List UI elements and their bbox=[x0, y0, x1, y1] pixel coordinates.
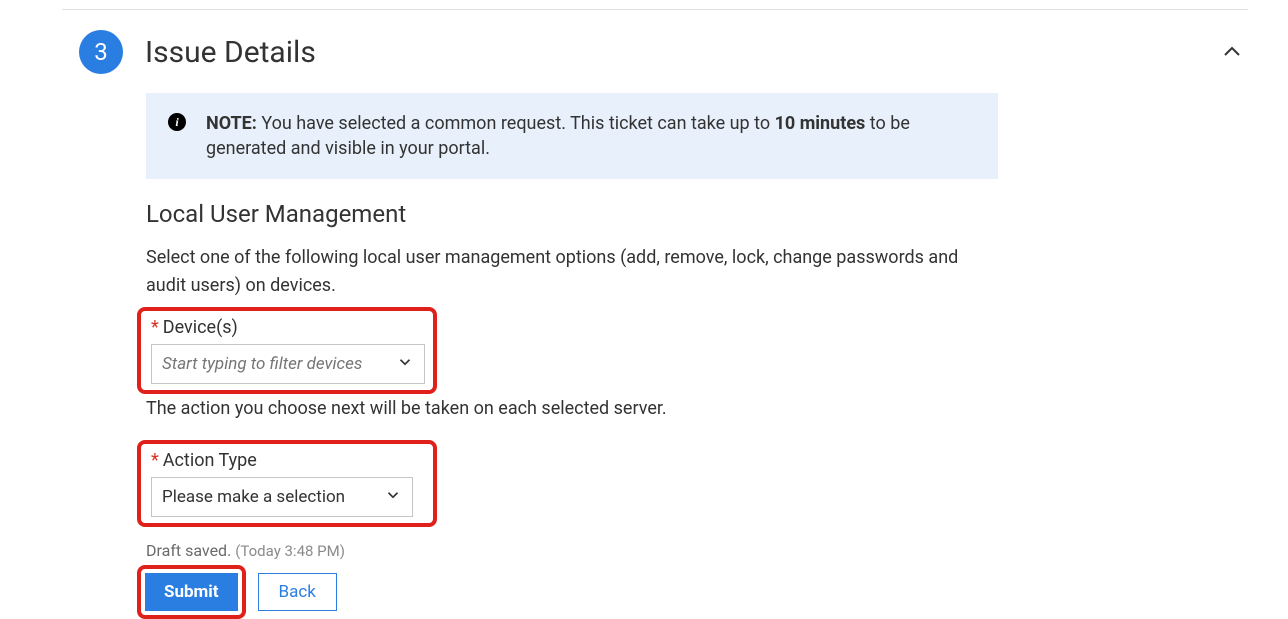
subsection-title: Local User Management bbox=[146, 200, 406, 228]
draft-status: Draft saved. (Today 3:48 PM) bbox=[146, 541, 345, 560]
chevron-down-icon bbox=[384, 486, 402, 508]
info-banner: i NOTE: You have selected a common reque… bbox=[146, 93, 998, 179]
action-type-placeholder: Please make a selection bbox=[162, 487, 345, 507]
action-type-label: *Action Type bbox=[151, 450, 423, 471]
required-star: * bbox=[151, 450, 159, 471]
draft-timestamp: (Today 3:48 PM) bbox=[235, 542, 345, 560]
chevron-down-icon bbox=[396, 353, 414, 375]
action-type-label-text: Action Type bbox=[163, 450, 257, 471]
info-icon: i bbox=[168, 113, 186, 131]
collapse-toggle[interactable] bbox=[1220, 40, 1244, 68]
action-helper-text: The action you choose next will be taken… bbox=[146, 398, 667, 419]
form-buttons-row: Submit Back bbox=[137, 565, 337, 619]
section-title: Issue Details bbox=[145, 35, 316, 70]
action-type-field-group: *Action Type Please make a selection bbox=[137, 440, 437, 527]
back-button[interactable]: Back bbox=[258, 573, 337, 611]
action-type-select[interactable]: Please make a selection bbox=[151, 477, 413, 517]
subsection-description: Select one of the following local user m… bbox=[146, 244, 996, 300]
required-star: * bbox=[151, 317, 159, 338]
info-banner-text: NOTE: You have selected a common request… bbox=[206, 113, 910, 159]
devices-select[interactable]: Start typing to filter devices bbox=[151, 344, 425, 384]
submit-button[interactable]: Submit bbox=[145, 573, 238, 611]
submit-highlight: Submit bbox=[137, 565, 246, 619]
devices-label-text: Device(s) bbox=[163, 317, 238, 338]
section-divider bbox=[62, 9, 1248, 10]
note-emphasis: 10 minutes bbox=[775, 113, 866, 134]
note-text-before: You have selected a common request. This… bbox=[257, 113, 775, 134]
devices-placeholder: Start typing to filter devices bbox=[162, 354, 362, 374]
devices-field-group: *Device(s) Start typing to filter device… bbox=[137, 307, 437, 394]
note-label: NOTE: bbox=[206, 113, 257, 134]
draft-saved-label: Draft saved. bbox=[146, 541, 231, 560]
section-header: 3 Issue Details bbox=[79, 30, 316, 74]
chevron-up-icon bbox=[1220, 40, 1244, 64]
step-number-badge: 3 bbox=[79, 30, 123, 74]
devices-label: *Device(s) bbox=[151, 317, 423, 338]
